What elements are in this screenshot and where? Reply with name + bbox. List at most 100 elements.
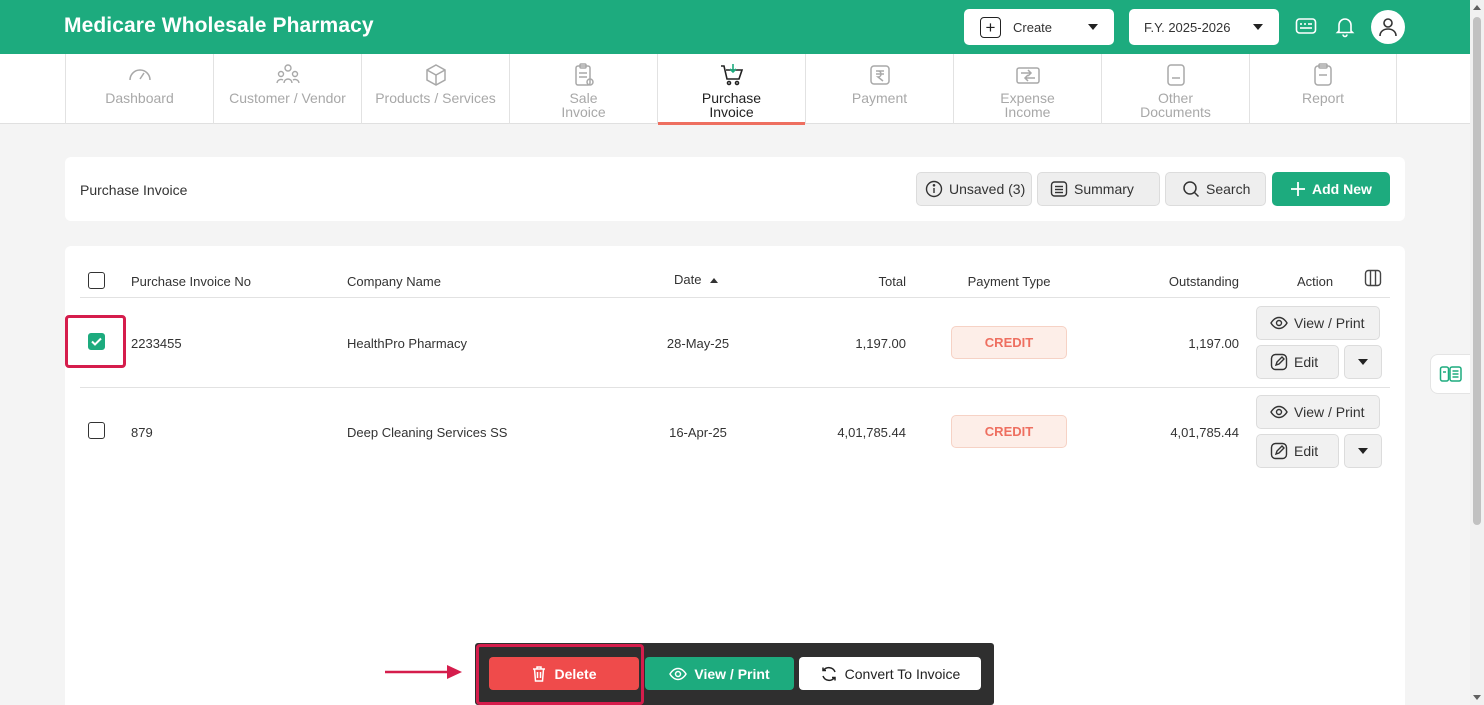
view-print-label: View / Print: [694, 665, 770, 682]
row-more-dropdown[interactable]: [1344, 345, 1382, 379]
plus-icon: +: [980, 16, 1001, 38]
invoice-number[interactable]: 2233455: [131, 336, 182, 351]
invoice-total: 1,197.00: [855, 336, 906, 351]
column-header-date[interactable]: Date: [674, 272, 719, 287]
page-title: Purchase Invoice: [80, 182, 188, 198]
columns-toggle-icon[interactable]: [1364, 269, 1382, 292]
chevron-down-icon: [1358, 448, 1368, 454]
tab-dashboard[interactable]: Dashboard: [65, 54, 213, 124]
search-label: Search: [1206, 181, 1251, 197]
view-print-button[interactable]: View / Print: [1256, 395, 1380, 429]
info-icon: [925, 180, 943, 198]
tab-other-documents[interactable]: Other Documents: [1101, 54, 1249, 124]
company-name: HealthPro Pharmacy: [347, 336, 467, 351]
company-name: Deep Cleaning Services SS: [347, 425, 508, 440]
tab-label: Report: [1301, 90, 1345, 106]
select-all-checkbox[interactable]: [88, 272, 105, 289]
selection-highlight: [65, 315, 126, 368]
row-more-dropdown[interactable]: [1344, 434, 1382, 468]
summary-label: Summary: [1074, 181, 1134, 197]
column-header-payment-type[interactable]: Payment Type: [951, 274, 1067, 289]
bulk-action-bar: Delete View / Print Convert To Invoice: [475, 643, 994, 705]
payment-type-badge: CREDIT: [951, 415, 1067, 448]
edit-icon: [1270, 353, 1288, 371]
tab-expense-income[interactable]: Expense Income: [953, 54, 1101, 124]
report-icon: [1310, 63, 1336, 87]
add-new-button[interactable]: Add New: [1272, 172, 1390, 206]
column-header-action: Action: [1297, 274, 1334, 289]
invoice-number[interactable]: 879: [131, 425, 153, 440]
edit-icon: [1270, 442, 1288, 460]
view-print-label: View / Print: [1294, 404, 1365, 420]
search-button[interactable]: Search: [1165, 172, 1266, 206]
outstanding-amount: 1,197.00: [1188, 336, 1239, 351]
top-header: Medicare Wholesale Pharmacy + Create F.Y…: [0, 0, 1470, 54]
outstanding-amount: 4,01,785.44: [1170, 425, 1239, 440]
cart-icon: [719, 63, 745, 87]
user-avatar-icon[interactable]: [1371, 10, 1405, 44]
tab-label: Expense Income: [1000, 90, 1055, 120]
tab-report[interactable]: Report: [1249, 54, 1397, 124]
add-new-label: Add New: [1312, 181, 1372, 197]
invoice-date: 28-May-25: [666, 336, 730, 351]
list-icon: [1050, 181, 1068, 197]
create-dropdown[interactable]: + Create: [964, 9, 1114, 45]
view-print-label: View / Print: [1294, 315, 1365, 331]
column-header-outstanding[interactable]: Outstanding: [1139, 274, 1239, 289]
tab-purchase-invoice[interactable]: Purchase Invoice: [657, 54, 805, 125]
tab-customer-vendor[interactable]: Customer / Vendor: [213, 54, 361, 124]
page-scrollbar[interactable]: [1470, 0, 1484, 705]
edit-button[interactable]: Edit: [1256, 434, 1339, 468]
eye-icon: [1270, 405, 1288, 419]
rupee-doc-icon: [867, 63, 893, 87]
tab-label: Customer / Vendor: [229, 90, 346, 106]
column-header-invoice-no[interactable]: Purchase Invoice No: [131, 274, 251, 289]
tab-payment[interactable]: Payment: [805, 54, 953, 124]
chevron-down-icon: [1358, 359, 1368, 365]
tab-label: Payment: [851, 90, 908, 106]
row-checkbox[interactable]: [88, 422, 105, 439]
create-label: Create: [1013, 19, 1053, 35]
page-header-card: Purchase Invoice Unsaved (3) Summary Sea…: [65, 157, 1405, 221]
delete-highlight: [476, 644, 644, 705]
main-nav: Dashboard Customer / Vendor Products / S…: [0, 54, 1470, 125]
bell-icon[interactable]: [1333, 14, 1357, 38]
scroll-down-icon[interactable]: [1473, 695, 1481, 700]
edit-label: Edit: [1294, 443, 1319, 459]
unsaved-label: Unsaved (3): [949, 181, 1026, 197]
tab-sale-invoice[interactable]: Sale Invoice: [509, 54, 657, 124]
column-header-total[interactable]: Total: [846, 274, 906, 289]
convert-to-invoice-button[interactable]: Convert To Invoice: [799, 657, 981, 690]
summary-button[interactable]: Summary: [1037, 172, 1160, 206]
clipboard-icon: [571, 63, 597, 87]
unsaved-button[interactable]: Unsaved (3): [916, 172, 1032, 206]
chevron-down-icon: [1253, 24, 1263, 30]
scroll-thumb[interactable]: [1473, 17, 1481, 525]
scroll-up-icon[interactable]: [1473, 5, 1481, 10]
sort-ascending-icon: [710, 278, 719, 284]
invoice-date: 16-Apr-25: [669, 425, 727, 440]
refresh-icon: [821, 666, 836, 681]
bulk-view-print-button[interactable]: View / Print: [645, 657, 794, 690]
tab-label: Products / Services: [375, 90, 496, 106]
tab-label: Dashboard: [105, 90, 174, 106]
edit-label: Edit: [1294, 354, 1319, 370]
invoice-total: 4,01,785.44: [837, 425, 906, 440]
tab-label: Other Documents: [1140, 90, 1211, 120]
column-header-date-label: Date: [674, 272, 702, 287]
convert-label: Convert To Invoice: [844, 665, 961, 682]
gauge-icon: [127, 63, 153, 87]
eye-icon: [1270, 316, 1288, 330]
plus-icon: [1291, 182, 1305, 196]
row-divider: [80, 387, 1390, 388]
keyboard-icon[interactable]: [1294, 14, 1318, 38]
tab-products-services[interactable]: Products / Services: [361, 54, 509, 124]
chevron-down-icon: [1088, 24, 1098, 30]
document-icon: [1163, 63, 1189, 87]
search-icon: [1183, 181, 1200, 198]
calculator-icon[interactable]: [1430, 354, 1470, 394]
view-print-button[interactable]: View / Print: [1256, 306, 1380, 340]
column-header-company[interactable]: Company Name: [347, 274, 441, 289]
fiscal-year-dropdown[interactable]: F.Y. 2025-2026: [1129, 9, 1279, 45]
edit-button[interactable]: Edit: [1256, 345, 1339, 379]
